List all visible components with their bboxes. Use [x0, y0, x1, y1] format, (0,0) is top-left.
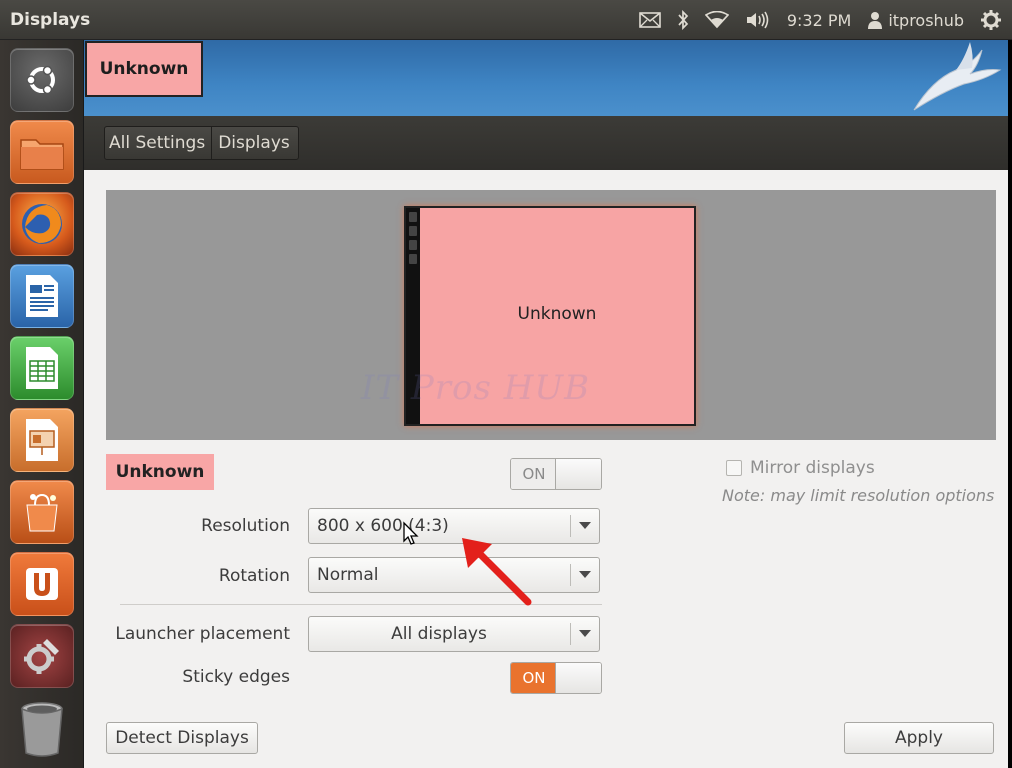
- wifi-icon[interactable]: [704, 11, 729, 29]
- mail-icon[interactable]: [639, 12, 661, 28]
- dropdown-separator: [570, 515, 571, 537]
- software-center-bag-icon[interactable]: [10, 480, 74, 544]
- all-settings-button[interactable]: All Settings: [105, 127, 211, 159]
- resolution-dropdown[interactable]: 800 x 600 (4:3): [308, 508, 600, 544]
- resolution-label: Resolution: [201, 516, 290, 536]
- dropdown-separator: [570, 623, 571, 645]
- displays-window: All Settings Displays Unknown IT Pros HU…: [84, 116, 1008, 768]
- seagull-wallpaper-image: [913, 42, 1002, 111]
- writer-document-icon[interactable]: [10, 264, 74, 328]
- mirror-displays-label: Mirror displays: [750, 458, 875, 478]
- display-identifier-badge: Unknown: [85, 41, 203, 97]
- top-panel: Displays 9:32 PM itproshub: [0, 0, 1012, 40]
- detect-displays-button[interactable]: Detect Displays: [106, 722, 258, 754]
- launcher-placement-dropdown[interactable]: All displays: [308, 616, 600, 652]
- volume-icon[interactable]: [745, 10, 771, 30]
- mirror-displays-checkbox[interactable]: [726, 460, 742, 476]
- window-toolbar: All Settings Displays: [84, 116, 1008, 170]
- dash-home-icon[interactable]: [10, 48, 74, 112]
- chevron-down-icon: [579, 522, 591, 529]
- display-power-switch[interactable]: ON: [510, 458, 602, 490]
- bluetooth-icon[interactable]: [677, 10, 689, 30]
- trash-icon[interactable]: [10, 696, 74, 760]
- breadcrumb: All Settings Displays: [104, 126, 299, 160]
- display-power-switch-label: ON: [511, 459, 557, 489]
- system-settings-icon[interactable]: [10, 624, 74, 688]
- switch-knob: [555, 459, 601, 489]
- app-title: Displays: [10, 10, 91, 30]
- sticky-edges-switch[interactable]: ON: [510, 662, 602, 694]
- rotation-dropdown[interactable]: Normal: [308, 557, 600, 593]
- session-gear-icon[interactable]: [980, 9, 1002, 31]
- user-menu[interactable]: itproshub: [867, 11, 964, 30]
- user-icon: [868, 12, 883, 29]
- resolution-value: 800 x 600 (4:3): [317, 516, 449, 536]
- displays-crumb-button[interactable]: Displays: [211, 127, 298, 159]
- watermark-text: IT Pros HUB: [361, 368, 591, 408]
- chevron-down-icon: [579, 630, 591, 637]
- apply-button[interactable]: Apply: [844, 722, 994, 754]
- indicator-area: 9:32 PM itproshub: [639, 0, 1002, 40]
- desktop-wallpaper: Unknown: [84, 40, 1008, 116]
- calc-spreadsheet-icon[interactable]: [10, 336, 74, 400]
- user-name: itproshub: [888, 10, 964, 30]
- ubuntu-one-icon[interactable]: [10, 552, 74, 616]
- selected-display-name: Unknown: [106, 454, 214, 490]
- mirror-displays-option[interactable]: Mirror displays: [726, 458, 875, 478]
- files-folder-icon[interactable]: [10, 120, 74, 184]
- dropdown-separator: [570, 564, 571, 586]
- monitor-preview-label: Unknown: [517, 304, 597, 324]
- mirror-note: Note: may limit resolution options: [722, 486, 995, 505]
- launcher-placement-label: Launcher placement: [115, 624, 290, 644]
- sticky-edges-switch-label: ON: [511, 663, 557, 693]
- rotation-label: Rotation: [218, 566, 290, 586]
- rotation-value: Normal: [317, 565, 379, 585]
- firefox-icon[interactable]: [10, 192, 74, 256]
- mouse-cursor-icon: [403, 521, 419, 545]
- switch-knob: [555, 663, 601, 693]
- red-annotation-arrow-icon: [462, 538, 532, 606]
- launcher: [0, 40, 84, 768]
- clock[interactable]: 9:32 PM: [787, 11, 851, 30]
- display-arrangement-area[interactable]: Unknown IT Pros HUB: [106, 190, 996, 440]
- sticky-edges-label: Sticky edges: [182, 667, 290, 687]
- impress-presentation-icon[interactable]: [10, 408, 74, 472]
- chevron-down-icon: [579, 571, 591, 578]
- launcher-placement-value: All displays: [391, 624, 487, 644]
